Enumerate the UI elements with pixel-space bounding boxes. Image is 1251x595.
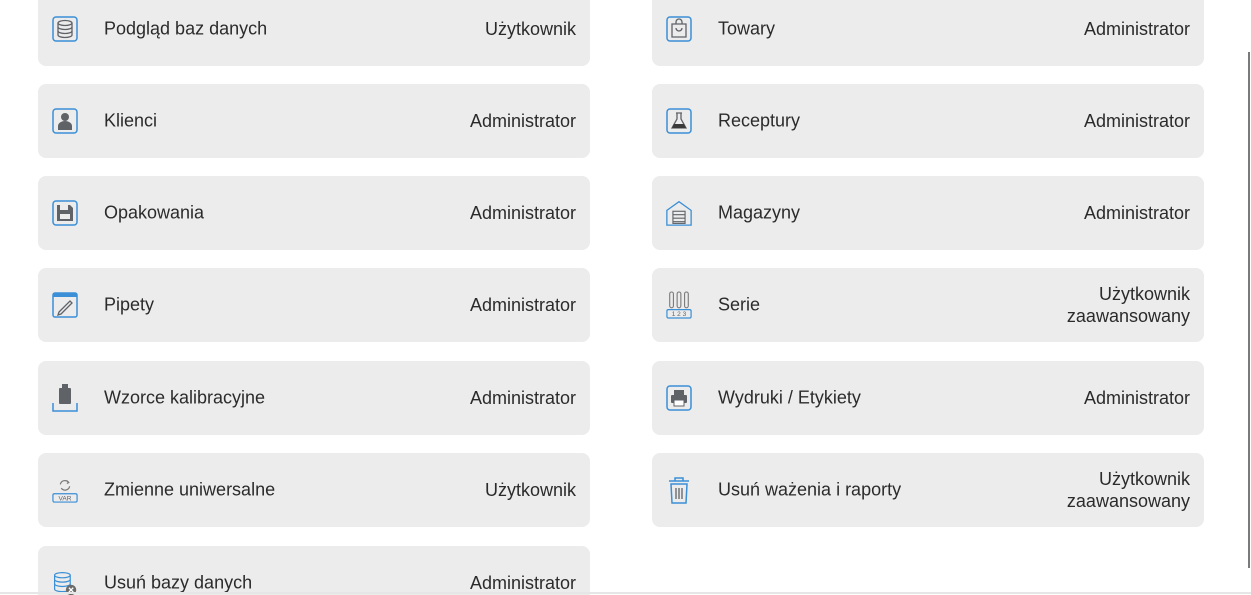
access-level-line: Administrator	[469, 111, 576, 131]
var-refresh-icon: VAR	[52, 477, 78, 503]
svg-text:1 2 3: 1 2 3	[672, 311, 687, 318]
flask-icon	[666, 108, 692, 134]
access-level: Użytkownik zaawansowany	[1067, 468, 1190, 512]
access-level-line: Administrator	[1083, 388, 1190, 408]
trash-icon	[666, 477, 692, 504]
access-level: Użytkownik	[485, 18, 576, 40]
tile-label: Podgląd baz danych	[104, 18, 268, 39]
tile-wzorce-kalibracyjne[interactable]: Wzorce kalibracyjne Administrator	[38, 361, 590, 435]
tile-label: Wydruki / Etykiety	[718, 387, 861, 408]
pipette-window-icon	[52, 292, 78, 318]
tile-label: Opakowania	[104, 202, 205, 223]
tile-podglad-baz-danych[interactable]: Podgląd baz danych Użytkownik	[38, 0, 590, 66]
access-level-line: Administrator	[469, 203, 576, 223]
tile-label: Klienci	[104, 110, 158, 131]
tile-label: Usuń bazy danych	[104, 572, 253, 593]
tile-zmienne-uniwersalne[interactable]: VAR Zmienne uniwersalne Użytkownik	[38, 453, 590, 527]
access-level-line: Użytkownik	[484, 480, 576, 500]
test-tubes-123-icon: 1 2 3	[666, 291, 692, 319]
access-level-line: zaawansowany	[1066, 306, 1190, 326]
access-level: Administrator	[1084, 18, 1190, 40]
access-level: Administrator	[470, 294, 576, 316]
access-level: Administrator	[470, 387, 576, 409]
access-level: Administrator	[470, 572, 576, 594]
access-level-line: Użytkownik	[484, 19, 576, 39]
access-level-line: Administrator	[1083, 111, 1190, 131]
access-level: Użytkownik	[485, 479, 576, 501]
printer-icon	[666, 385, 692, 411]
access-level: Administrator	[1084, 110, 1190, 132]
access-level-line: Administrator	[469, 295, 576, 315]
access-level: Administrator	[1084, 202, 1190, 224]
access-level-line: Administrator	[1083, 203, 1190, 223]
access-level-line: Użytkownik	[1098, 284, 1190, 304]
floppy-box-icon	[52, 200, 78, 226]
tile-opakowania[interactable]: Opakowania Administrator	[38, 176, 590, 250]
access-level-line: Administrator	[469, 388, 576, 408]
vertical-scrollbar[interactable]	[1248, 52, 1250, 568]
tile-label: Zmienne uniwersalne	[104, 479, 276, 500]
access-level: Użytkownik zaawansowany	[1067, 283, 1190, 327]
tile-label: Wzorce kalibracyjne	[104, 387, 266, 408]
access-level-line: Administrator	[1083, 19, 1190, 39]
tile-usun-wazenia-i-raporty[interactable]: Usuń ważenia i raporty Użytkownik zaawan…	[652, 453, 1204, 527]
tile-label: Serie	[718, 294, 761, 315]
access-level: Administrator	[470, 202, 576, 224]
tile-label: Towary	[718, 18, 776, 39]
tile-label: Pipety	[104, 294, 155, 315]
shopping-bag-icon	[666, 16, 692, 42]
tile-klienci[interactable]: Klienci Administrator	[38, 84, 590, 158]
calibration-weight-icon	[52, 384, 78, 412]
access-level: Administrator	[1084, 387, 1190, 409]
access-level: Administrator	[470, 110, 576, 132]
person-icon	[52, 108, 78, 134]
svg-text:VAR: VAR	[59, 496, 72, 503]
bottom-divider	[0, 592, 1251, 594]
tile-wydruki-etykiety[interactable]: Wydruki / Etykiety Administrator	[652, 361, 1204, 435]
tile-pipety[interactable]: Pipety Administrator	[38, 268, 590, 342]
warehouse-icon	[666, 200, 692, 226]
access-level-line: zaawansowany	[1066, 491, 1190, 511]
settings-tile-grid: Podgląd baz danych Użytkownik Klienci Ad…	[0, 0, 1251, 595]
database-stack-icon	[52, 16, 78, 42]
tile-serie[interactable]: 1 2 3 Serie Użytkownik zaawansowany	[652, 268, 1204, 342]
access-level-line: Administrator	[469, 573, 576, 593]
tile-label: Usuń ważenia i raporty	[718, 479, 902, 500]
tile-label: Receptury	[718, 110, 801, 131]
tile-towary[interactable]: Towary Administrator	[652, 0, 1204, 66]
tile-receptury[interactable]: Receptury Administrator	[652, 84, 1204, 158]
tile-magazyny[interactable]: Magazyny Administrator	[652, 176, 1204, 250]
tile-usun-bazy-danych[interactable]: Usuń bazy danych Administrator	[38, 546, 590, 595]
access-level-line: Użytkownik	[1098, 469, 1190, 489]
tile-label: Magazyny	[718, 202, 801, 223]
